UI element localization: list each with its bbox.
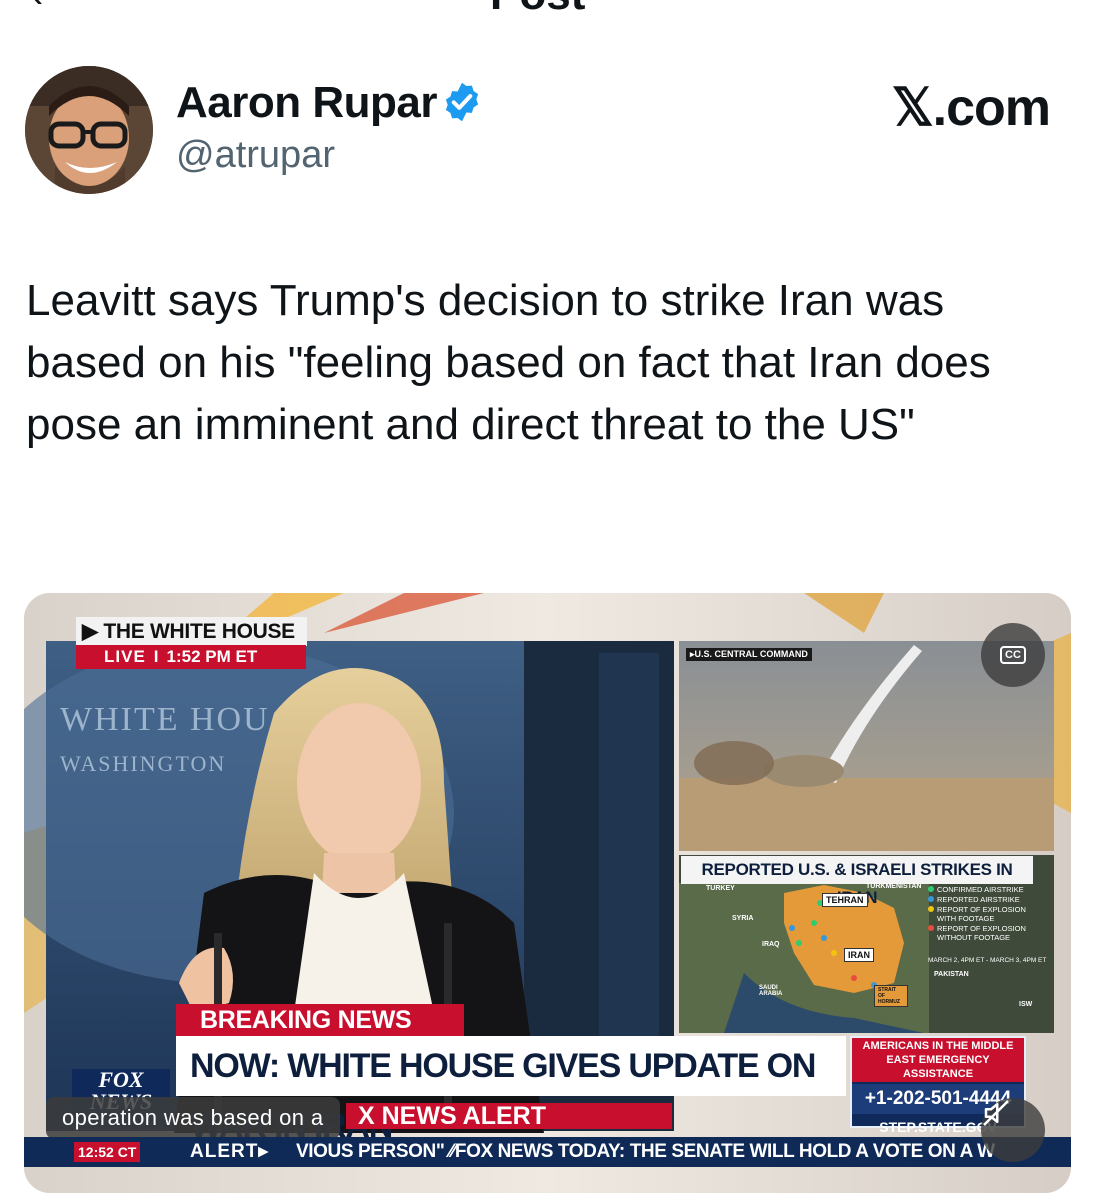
- ticker-text: VIOUS PERSON" ⁄⁄FOX NEWS TODAY: THE SENA…: [296, 1141, 995, 1162]
- video-player[interactable]: ▶ THE WHITE HOUSE LIVE I 1:52 PM ET WHITE …: [24, 593, 1071, 1193]
- author-handle[interactable]: @atrupar: [176, 134, 335, 177]
- verified-badge-icon: [445, 82, 479, 122]
- x-logo: 𝕏.com: [891, 79, 1051, 137]
- speaker-muted-icon: [983, 1100, 1009, 1126]
- live-badge: LIVE I 1:52 PM ET: [76, 645, 306, 669]
- legend-dot: [928, 886, 934, 892]
- legend-label: REPORTED AIRSTRIKE: [937, 895, 1020, 904]
- legend-label: REPORT OF EXPLOSION WITH FOOTAGE: [937, 905, 1026, 923]
- map-label-iran: IRAN: [844, 948, 874, 962]
- live-location-label: ▶ THE WHITE HOUSE: [76, 617, 307, 646]
- live-time: 1:52 PM ET: [166, 647, 258, 666]
- backdrop-sign: WHITE HOU: [60, 701, 270, 738]
- post-text: Leavitt says Trump's decision to strike …: [26, 276, 991, 449]
- legend-label: CONFIRMED AIRSTRIKE: [937, 885, 1024, 894]
- map-title: REPORTED U.S. & ISRAELI STRIKES IN IRAN: [681, 856, 1033, 907]
- mute-button[interactable]: [981, 1098, 1045, 1162]
- map-legend: CONFIRMED AIRSTRIKE REPORTED AIRSTRIKE R…: [928, 885, 1038, 943]
- avatar[interactable]: [25, 66, 153, 194]
- map-label-hormuz: STRAIT OF HORMUZ: [874, 985, 908, 1007]
- news-alert-banner: X NEWS ALERT: [346, 1103, 672, 1129]
- closed-caption: operation was based on a: [46, 1097, 340, 1139]
- legend-dot: [928, 896, 934, 902]
- legend-dot: [928, 925, 934, 931]
- map-label-tehran: TEHRAN: [822, 893, 868, 907]
- headline-chyron: NOW: WHITE HOUSE GIVES UPDATE ON WAR IN …: [176, 1036, 846, 1145]
- map-label-turkmenistan: TURKMENISTAN: [866, 883, 922, 890]
- author-name[interactable]: Aaron Rupar: [176, 78, 437, 128]
- map-label-isw: ISW: [1019, 1001, 1033, 1008]
- emergency-title: AMERICANS IN THE MIDDLE EAST EMERGENCY A…: [852, 1038, 1024, 1082]
- backdrop-sign-sub: WASHINGTON: [60, 751, 227, 776]
- live-label: LIVE: [104, 647, 146, 666]
- legend-item: REPORT OF EXPLOSION WITHOUT FOOTAGE: [928, 924, 1038, 942]
- map-label-turkey: TURKEY: [706, 885, 735, 892]
- page-title: Post: [490, 0, 585, 20]
- breaking-news-label: BREAKING NEWS: [176, 1004, 464, 1036]
- map-label-saudi: SAUDI ARABIA: [759, 985, 783, 997]
- legend-dot: [928, 906, 934, 912]
- legend-item: CONFIRMED AIRSTRIKE: [928, 885, 1038, 894]
- ticker-alert: ALERT▸: [190, 1141, 269, 1162]
- ticker-time: 12:52 CT: [74, 1142, 141, 1162]
- legend-label: REPORT OF EXPLOSION WITHOUT FOOTAGE: [937, 924, 1026, 942]
- closed-captions-button[interactable]: CC: [981, 623, 1045, 687]
- legend-dates: MARCH 2, 4PM ET - MARCH 3, 4PM ET: [928, 957, 1047, 964]
- map-label-pakistan: PAKISTAN: [934, 971, 969, 978]
- map-label-iraq: IRAQ: [762, 941, 780, 948]
- map-label-syria: SYRIA: [732, 915, 754, 922]
- inset-source-label: ▸U.S. CENTRAL COMMAND: [686, 648, 812, 661]
- top-bar: ‹ Post: [0, 0, 1096, 19]
- legend-item: REPORT OF EXPLOSION WITH FOOTAGE: [928, 905, 1038, 923]
- news-ticker: ALERT▸ VIOUS PERSON" ⁄⁄FOX NEWS TODAY: T…: [24, 1137, 1071, 1167]
- live-separator: I: [153, 647, 159, 666]
- avatar-image: [25, 66, 153, 194]
- legend-item: REPORTED AIRSTRIKE: [928, 895, 1038, 904]
- cc-icon: CC: [1000, 646, 1026, 664]
- back-arrow-icon[interactable]: ‹: [30, 0, 43, 17]
